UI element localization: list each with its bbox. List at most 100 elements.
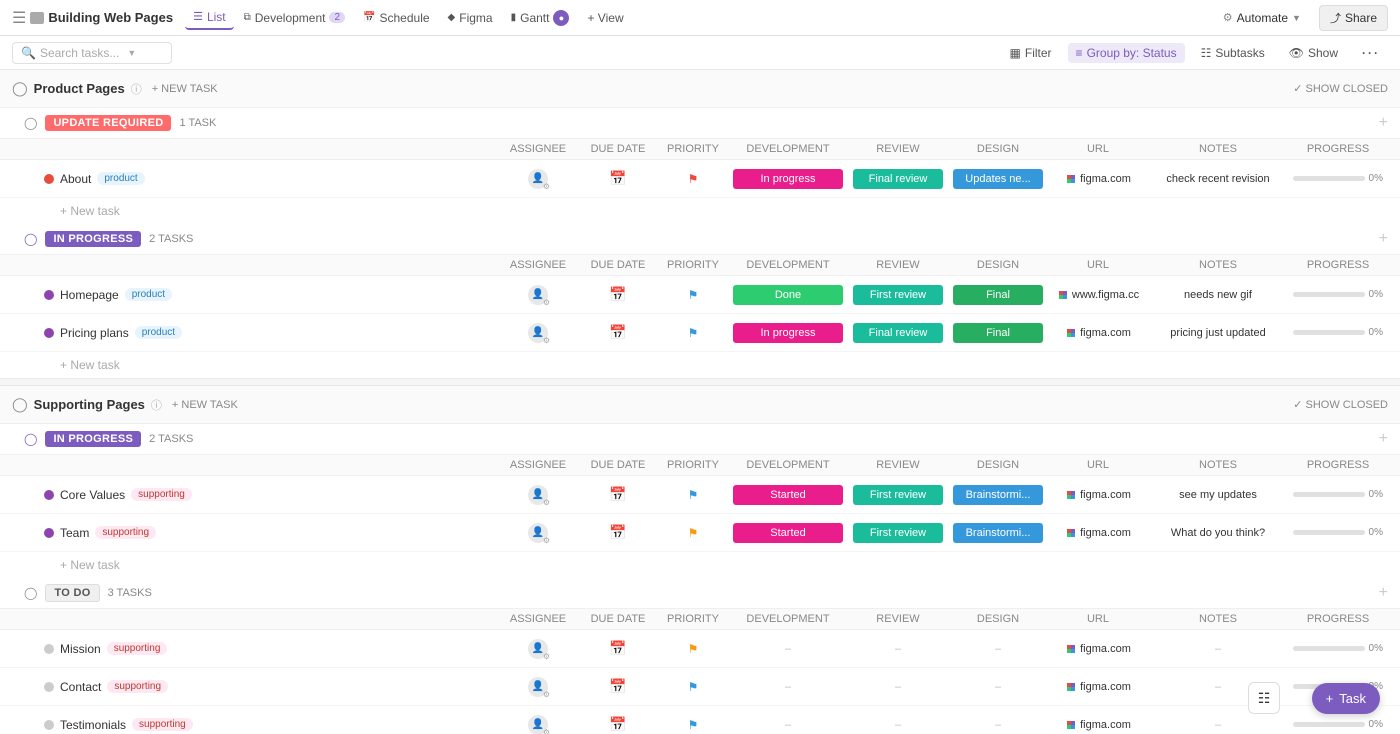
cell-development-contact: – — [728, 681, 848, 693]
cell-priority-testimonials[interactable]: ⚑ — [658, 718, 728, 732]
cell-priority-about[interactable]: ⚑ — [658, 172, 728, 186]
cell-duedate-contact[interactable]: 📅 — [578, 678, 658, 695]
cell-assignee-contact[interactable]: 👤⚙ — [498, 677, 578, 697]
task-link-team[interactable]: Team — [60, 526, 89, 540]
cell-url-core-values[interactable]: figma.com — [1048, 489, 1148, 501]
cell-development-core-values[interactable]: Started — [728, 485, 848, 505]
gear-icon-team: ⚙ — [543, 536, 550, 545]
assignee-icon-about[interactable]: 👤 ⚙ — [528, 169, 548, 189]
cell-priority-pricing[interactable]: ⚑ — [658, 326, 728, 340]
show-closed-product[interactable]: ✓ SHOW CLOSED — [1293, 82, 1388, 95]
tab-list[interactable]: ☰ List — [185, 6, 234, 30]
cell-duedate-mission[interactable]: 📅 — [578, 640, 658, 657]
task-link-testimonials[interactable]: Testimonials — [60, 718, 126, 732]
group-add-btn-in-progress-1[interactable]: + — [1379, 230, 1388, 248]
tab-development[interactable]: ⧉ Development 2 — [236, 7, 353, 29]
fab-task-button[interactable]: + Task — [1312, 683, 1380, 714]
cell-development-pricing[interactable]: In progress — [728, 323, 848, 343]
cell-design-homepage[interactable]: Final — [948, 285, 1048, 305]
cell-duedate-pricing[interactable]: 📅 — [578, 324, 658, 341]
share-button[interactable]: ⤴ Share — [1319, 5, 1388, 31]
cell-priority-team[interactable]: ⚑ — [658, 526, 728, 540]
cell-development-team[interactable]: Started — [728, 523, 848, 543]
group-add-btn-in-progress-2[interactable]: + — [1379, 430, 1388, 448]
cell-review-team[interactable]: First review — [848, 523, 948, 543]
group-toggle-in-progress-1[interactable]: ◯ — [24, 232, 37, 246]
tab-figma[interactable]: ◆ Figma — [440, 7, 501, 29]
task-link-about[interactable]: About — [60, 172, 91, 186]
tab-schedule[interactable]: 📅 Schedule — [355, 7, 438, 29]
cell-design-about[interactable]: Updates ne... — [948, 169, 1048, 189]
group-toggle-to-do[interactable]: ◯ — [24, 586, 37, 600]
review-badge-pricing: Final review — [853, 323, 943, 343]
section-toggle-product[interactable]: ◯ — [12, 80, 28, 97]
assignee-icon-homepage[interactable]: 👤 ⚙ — [528, 285, 548, 305]
new-task-btn-supporting-inprogress[interactable]: + New task — [0, 552, 1400, 578]
section-new-task-supporting[interactable]: + NEW TASK — [172, 399, 238, 411]
cell-design-pricing[interactable]: Final — [948, 323, 1048, 343]
cell-assignee-pricing[interactable]: 👤⚙ — [498, 323, 578, 343]
cell-duedate-team[interactable]: 📅 — [578, 524, 658, 541]
group-toggle-update-required[interactable]: ◯ — [24, 116, 37, 130]
grid-menu-icon[interactable]: ☰ — [12, 8, 26, 28]
cell-duedate-homepage[interactable]: 📅 — [578, 286, 658, 303]
cell-development-about[interactable]: In progress — [728, 169, 848, 189]
gear-icon-pricing: ⚙ — [543, 336, 550, 345]
search-box[interactable]: 🔍 Search tasks... ▼ — [12, 42, 172, 64]
cell-priority-homepage[interactable]: ⚑ — [658, 288, 728, 302]
task-tag-pricing: product — [135, 326, 182, 339]
section-info-supporting[interactable]: ⓘ — [151, 397, 162, 413]
cell-url-homepage[interactable]: www.figma.cc — [1048, 289, 1148, 301]
task-link-contact[interactable]: Contact — [60, 680, 101, 694]
cell-review-pricing[interactable]: Final review — [848, 323, 948, 343]
new-task-btn-product-update[interactable]: + New task — [0, 198, 1400, 224]
automate-button[interactable]: ⚙ Automate ▼ — [1213, 7, 1311, 29]
show-closed-supporting[interactable]: ✓ SHOW CLOSED — [1293, 398, 1388, 411]
filter-button[interactable]: ▦ Filter — [1002, 43, 1060, 63]
more-options-button[interactable]: ··· — [1354, 43, 1388, 63]
show-button[interactable]: 👁 Show — [1281, 43, 1346, 63]
section-toggle-supporting[interactable]: ◯ — [12, 396, 28, 413]
calendar-icon-mission: 📅 — [609, 640, 626, 657]
cell-assignee-core-values[interactable]: 👤⚙ — [498, 485, 578, 505]
cell-url-contact[interactable]: figma.com — [1048, 681, 1148, 693]
cell-priority-core-values[interactable]: ⚑ — [658, 488, 728, 502]
group-toggle-in-progress-2[interactable]: ◯ — [24, 432, 37, 446]
cell-url-pricing[interactable]: figma.com — [1048, 327, 1148, 339]
cell-design-core-values[interactable]: Brainstormi... — [948, 485, 1048, 505]
cell-review-core-values[interactable]: First review — [848, 485, 948, 505]
grid-view-button[interactable]: ☷ — [1248, 682, 1280, 714]
cell-url-about[interactable]: figma.com — [1048, 173, 1148, 185]
cell-review-homepage[interactable]: First review — [848, 285, 948, 305]
gantt-icon: ▮ — [511, 12, 517, 23]
cell-url-team[interactable]: figma.com — [1048, 527, 1148, 539]
task-link-pricing[interactable]: Pricing plans — [60, 326, 129, 340]
cell-assignee-mission[interactable]: 👤⚙ — [498, 639, 578, 659]
cell-duedate-core-values[interactable]: 📅 — [578, 486, 658, 503]
cell-url-testimonials[interactable]: figma.com — [1048, 719, 1148, 731]
cell-duedate-testimonials[interactable]: 📅 — [578, 716, 658, 733]
task-link-homepage[interactable]: Homepage — [60, 288, 119, 302]
cell-priority-mission[interactable]: ⚑ — [658, 642, 728, 656]
cell-url-mission[interactable]: figma.com — [1048, 643, 1148, 655]
cell-design-team[interactable]: Brainstormi... — [948, 523, 1048, 543]
tab-add-view[interactable]: + View — [579, 7, 631, 29]
new-task-btn-product-inprogress[interactable]: + New task — [0, 352, 1400, 378]
cell-review-about[interactable]: Final review — [848, 169, 948, 189]
cell-assignee-homepage[interactable]: 👤 ⚙ — [498, 285, 578, 305]
group-by-status-button[interactable]: ≡ Group by: Status — [1068, 43, 1185, 63]
cell-assignee-testimonials[interactable]: 👤⚙ — [498, 715, 578, 734]
cell-assignee-about[interactable]: 👤 ⚙ — [498, 169, 578, 189]
subtasks-button[interactable]: ☷ Subtasks — [1193, 43, 1273, 63]
task-link-core-values[interactable]: Core Values — [60, 488, 125, 502]
tab-gantt[interactable]: ▮ Gantt ● — [503, 6, 578, 30]
group-add-btn-update-required[interactable]: + — [1379, 114, 1388, 132]
cell-duedate-about[interactable]: 📅 — [578, 170, 658, 187]
task-link-mission[interactable]: Mission — [60, 642, 101, 656]
cell-assignee-team[interactable]: 👤⚙ — [498, 523, 578, 543]
section-new-task-product[interactable]: + NEW TASK — [152, 83, 218, 95]
section-info-product[interactable]: ⓘ — [131, 81, 142, 97]
group-add-btn-to-do[interactable]: + — [1379, 584, 1388, 602]
cell-priority-contact[interactable]: ⚑ — [658, 680, 728, 694]
cell-development-homepage[interactable]: Done — [728, 285, 848, 305]
